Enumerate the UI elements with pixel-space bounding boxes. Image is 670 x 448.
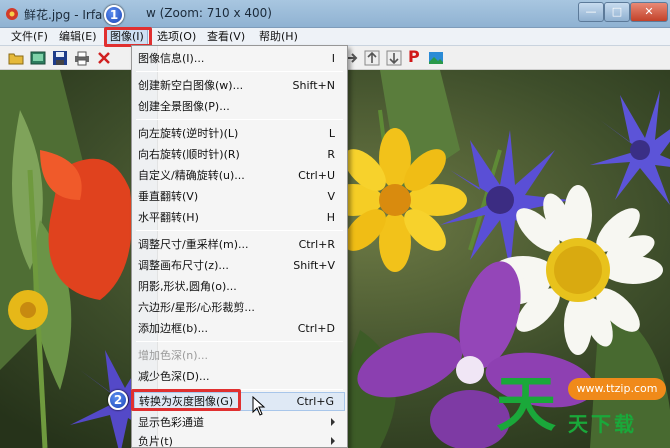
watermark-text: 天下载 (568, 412, 637, 436)
submenu-arrow-icon (331, 437, 335, 445)
page-up-icon[interactable] (364, 50, 380, 66)
menu-item-label: 向左旋转(逆时针)(L) (138, 127, 239, 140)
menu-item-shortcut: Ctrl+D (297, 322, 335, 335)
menu-item-image-info[interactable]: 图像信息(I)... I (134, 49, 345, 68)
open-folder-icon[interactable] (8, 50, 24, 66)
menu-item-shortcut: Ctrl+U (298, 169, 335, 182)
menu-item-label: 减少色深(D)... (138, 370, 210, 383)
menu-item-label: 向右旋转(顺时针)(R) (138, 148, 240, 161)
menu-item-rotate-left[interactable]: 向左旋转(逆时针)(L) L (134, 124, 345, 143)
menu-file[interactable]: 文件(F) (8, 29, 51, 45)
menu-view[interactable]: 查看(V) (204, 29, 248, 45)
menu-item-panorama[interactable]: 创建全景图像(P)... (134, 97, 345, 116)
menu-bar: 文件(F) 编辑(E) 图像(I) 选项(O) 查看(V) 帮助(H) (0, 28, 670, 46)
menu-item-shortcut: Ctrl+G (296, 395, 334, 408)
minimize-button[interactable]: — (578, 2, 604, 22)
menu-item-label: 水平翻转(H) (138, 211, 199, 224)
menu-options[interactable]: 选项(O) (154, 29, 199, 45)
image-icon[interactable] (428, 50, 444, 66)
menu-item-shadow-shape[interactable]: 阴影,形状,圆角(o)... (134, 277, 345, 296)
title-bar[interactable]: 鲜花.jpg - Irfa w (Zoom: 710 x 400) — □ ✕ (0, 0, 670, 28)
slideshow-icon[interactable] (30, 50, 46, 66)
menu-item-label: 创建全景图像(P)... (138, 100, 230, 113)
maximize-button[interactable]: □ (604, 2, 630, 22)
menu-item-label: 阴影,形状,圆角(o)... (138, 280, 237, 293)
menu-item-shape-crop[interactable]: 六边形/星形/心形裁剪... (134, 298, 345, 317)
menu-item-shortcut: I (331, 52, 335, 65)
menu-item-decrease-color-depth[interactable]: 减少色深(D)... (134, 367, 345, 386)
close-button[interactable]: ✕ (630, 2, 668, 22)
window-title: 鲜花.jpg - Irfa (24, 8, 103, 22)
menu-edit[interactable]: 编辑(E) (56, 29, 100, 45)
app-icon (6, 8, 18, 20)
menu-help[interactable]: 帮助(H) (256, 29, 301, 45)
menu-item-canvas-size[interactable]: 调整画布尺寸(z)... Shift+V (134, 256, 345, 275)
menu-item-label: 调整画布尺寸(z)... (138, 259, 229, 272)
menu-item-flip-horizontal[interactable]: 水平翻转(H) H (134, 208, 345, 227)
watermark-url: www.ttzip.com (568, 378, 666, 400)
menu-item-label: 调整尺寸/重采样(m)... (138, 238, 249, 251)
watermark-big-char: 天 (496, 370, 556, 440)
menu-item-shortcut: Ctrl+R (298, 238, 335, 251)
menu-item-label: 图像信息(I)... (138, 52, 205, 65)
step-2-badge: 2 (108, 390, 128, 410)
submenu-arrow-icon (331, 418, 335, 426)
menu-item-label: 添加边框(b)... (138, 322, 209, 335)
menu-separator (136, 119, 343, 120)
menu-image-highlight (104, 27, 152, 47)
menu-item-label: 显示色彩通道 (138, 416, 204, 429)
watermark: 天 www.ttzip.com 天下载 (496, 370, 670, 448)
print-icon[interactable] (74, 50, 90, 66)
menu-item-label: 垂直翻转(V) (138, 190, 199, 203)
menu-item-add-border[interactable]: 添加边框(b)... Ctrl+D (134, 319, 345, 338)
menu-item-shortcut: V (327, 190, 335, 203)
page-down-icon[interactable] (386, 50, 402, 66)
irfanview-window: 鲜花.jpg - Irfa w (Zoom: 710 x 400) — □ ✕ … (0, 0, 670, 448)
menu-item-shortcut: R (327, 148, 335, 161)
save-icon[interactable] (52, 50, 68, 66)
grayscale-highlight (131, 389, 241, 411)
menu-item-resize[interactable]: 调整尺寸/重采样(m)... Ctrl+R (134, 235, 345, 254)
menu-item-label: 增加色深(n)... (138, 349, 209, 362)
menu-item-show-channels[interactable]: 显示色彩通道 (134, 413, 345, 432)
menu-item-custom-rotate[interactable]: 自定义/精确旋转(u)... Ctrl+U (134, 166, 345, 185)
image-menu-dropdown: 图像信息(I)... I 创建新空白图像(w)... Shift+N 创建全景图像(… (131, 45, 348, 448)
delete-icon[interactable] (96, 50, 112, 66)
menu-item-shortcut: Shift+N (292, 79, 335, 92)
mouse-cursor-icon (252, 396, 266, 416)
menu-item-flip-vertical[interactable]: 垂直翻转(V) V (134, 187, 345, 206)
menu-item-new-blank-image[interactable]: 创建新空白图像(w)... Shift+N (134, 76, 345, 95)
menu-item-shortcut: H (326, 211, 335, 224)
menu-item-label: 自定义/精确旋转(u)... (138, 169, 245, 182)
menu-separator (136, 71, 343, 72)
menu-item-label: 创建新空白图像(w)... (138, 79, 244, 92)
menu-item-shortcut: Shift+V (293, 259, 335, 272)
menu-item-shortcut: L (328, 127, 335, 140)
paint-icon[interactable]: P (408, 49, 424, 65)
menu-item-label: 六边形/星形/心形裁剪... (138, 301, 255, 314)
menu-item-negative[interactable]: 负片(t) (134, 432, 345, 448)
menu-separator (136, 230, 343, 231)
window-title-tail: w (Zoom: 710 x 400) (146, 6, 272, 20)
menu-item-rotate-right[interactable]: 向右旋转(顺时针)(R) R (134, 145, 345, 164)
step-1-badge: 1 (104, 5, 124, 25)
menu-item-label: 负片(t) (138, 435, 173, 448)
menu-separator (136, 341, 343, 342)
menu-item-increase-color-depth: 增加色深(n)... (134, 346, 345, 365)
